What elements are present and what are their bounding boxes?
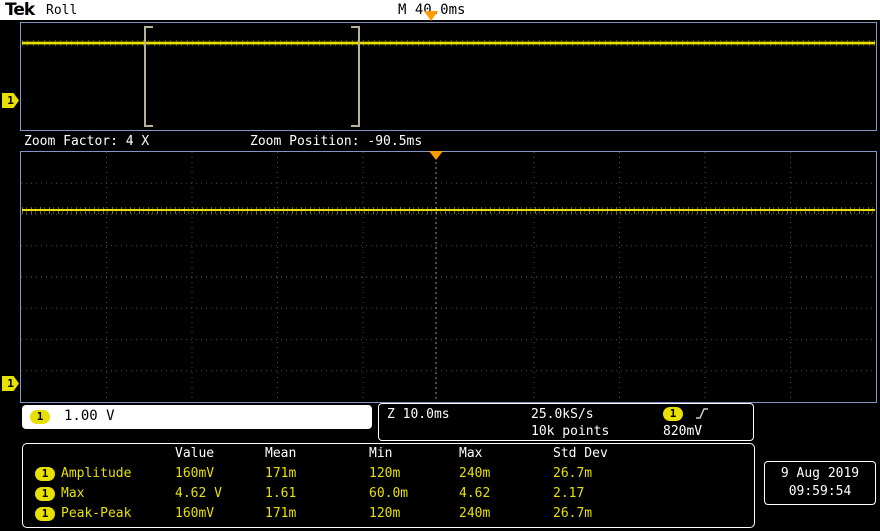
- measurement-mean: 1.61: [265, 486, 297, 501]
- measurement-label: Amplitude: [61, 466, 132, 481]
- channel1-badge: 1: [35, 486, 55, 501]
- zoom-position-label: Zoom Position: -90.5ms: [250, 134, 423, 149]
- zoom-window: [20, 151, 877, 403]
- channel1-waveform-trace: [22, 207, 875, 214]
- zoom-factor-label: Zoom Factor: 4 X: [24, 134, 150, 149]
- date-readout: 9 Aug 2019: [780, 466, 860, 481]
- measurement-min: 120m: [369, 466, 401, 481]
- channel1-badge: 1: [30, 410, 50, 424]
- sample-rate-readout: 25.0kS/s: [531, 407, 594, 422]
- measurement-max: 240m: [459, 466, 491, 481]
- measurement-min: 120m: [369, 506, 401, 521]
- zoom-timebase-readout: Z 10.0ms: [387, 407, 450, 422]
- graticule-grid: [21, 152, 876, 402]
- column-header-stddev: Std Dev: [553, 446, 608, 461]
- top-status-bar: Tek Roll M 40.0ms: [0, 0, 880, 20]
- trigger-slope-icon: [695, 406, 709, 425]
- measurement-value: 160mV: [175, 466, 215, 481]
- tek-logo: Tek: [5, 0, 35, 20]
- measurement-value: 4.62 V: [175, 486, 222, 501]
- measurement-row-max: 1 Max 4.62 V 1.61 60.0m 4.62 2.17: [23, 486, 754, 505]
- measurement-mean: 171m: [265, 466, 297, 481]
- measurements-table: Value Mean Min Max Std Dev 1 Amplitude 16…: [22, 443, 755, 528]
- measurement-label: Peak-Peak: [61, 506, 132, 521]
- measurement-row-amplitude: 1 Amplitude 160mV 171m 120m 240m 26.7m: [23, 466, 754, 485]
- channel1-badge: 1: [35, 506, 55, 521]
- measurement-stddev: 26.7m: [553, 506, 593, 521]
- measurement-max: 4.62: [459, 486, 491, 501]
- trigger-level-readout: 820mV: [663, 424, 703, 439]
- measurement-stddev: 26.7m: [553, 466, 593, 481]
- acquisition-readout: Z 10.0ms 25.0kS/s 1 10k points 820mV: [378, 403, 754, 441]
- zoom-bracket-right-icon: [351, 26, 360, 127]
- measurement-label: Max: [61, 486, 85, 501]
- column-header-mean: Mean: [265, 446, 297, 461]
- channel1-marker-overview: 1: [2, 93, 19, 108]
- measurement-min: 60.0m: [369, 486, 409, 501]
- column-header-value: Value: [175, 446, 215, 461]
- trigger-position-marker-top-icon: [424, 11, 438, 21]
- measurement-row-peak-peak: 1 Peak-Peak 160mV 171m 120m 240m 26.7m: [23, 506, 754, 525]
- datetime-display: 9 Aug 2019 09:59:54: [764, 461, 876, 505]
- channel1-marker-main: 1: [2, 376, 19, 391]
- channel1-volts-per-div: 1.00 V: [64, 408, 115, 424]
- measurement-max: 240m: [459, 506, 491, 521]
- overview-window: [20, 22, 877, 131]
- trigger-source-badge: 1: [663, 407, 683, 421]
- acquisition-mode-label: Roll: [46, 3, 78, 18]
- measurement-stddev: 2.17: [553, 486, 585, 501]
- measurement-mean: 171m: [265, 506, 297, 521]
- column-header-max: Max: [459, 446, 483, 461]
- channel1-badge: 1: [35, 466, 55, 481]
- column-header-min: Min: [369, 446, 393, 461]
- time-readout: 09:59:54: [788, 484, 852, 499]
- record-length-readout: 10k points: [531, 424, 610, 439]
- measurements-header-row: Value Mean Min Max Std Dev: [23, 446, 754, 465]
- channel1-scale-readout: 1 1.00 V: [22, 405, 372, 429]
- zoom-bracket-left-icon: [144, 26, 153, 127]
- measurement-value: 160mV: [175, 506, 215, 521]
- trigger-position-marker-icon: [429, 151, 443, 160]
